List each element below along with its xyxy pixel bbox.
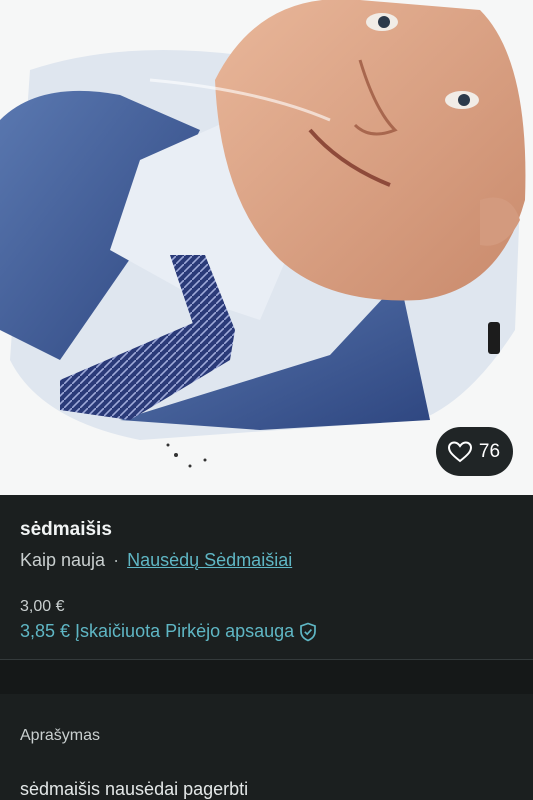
brand-link[interactable]: Nausėdų Sėdmaišiai	[127, 550, 292, 570]
listing-subtitle: Kaip nauja · Nausėdų Sėdmaišiai	[20, 550, 513, 571]
description-text: sėdmaišis nausėdai pagerbti	[20, 779, 249, 799]
listing-info: sėdmaišis Kaip nauja · Nausėdų Sėdmaišia…	[0, 495, 533, 660]
separator: ·	[113, 550, 120, 570]
product-photo[interactable]: 76	[0, 0, 533, 495]
shield-icon	[300, 622, 317, 641]
favorite-button[interactable]: 76	[436, 427, 513, 476]
item-price: 3,00 €	[20, 598, 65, 615]
description-section: Aprašymas sėdmaišis nausėdai pagerbti	[0, 727, 533, 800]
favorite-count: 76	[478, 440, 501, 462]
listing-title: sėdmaišis	[20, 519, 112, 540]
description-label: Aprašymas	[20, 727, 101, 744]
condition-label: Kaip nauja	[20, 550, 106, 570]
section-divider	[0, 660, 533, 694]
price-with-protection: 3,85 €	[20, 621, 71, 641]
buyer-protection-price[interactable]: 3,85 € Įskaičiuota Pirkėjo apsauga	[20, 621, 513, 642]
heart-icon	[447, 440, 472, 462]
protection-label: Įskaičiuota Pirkėjo apsauga	[75, 621, 295, 641]
beanbag-image	[0, 0, 526, 468]
